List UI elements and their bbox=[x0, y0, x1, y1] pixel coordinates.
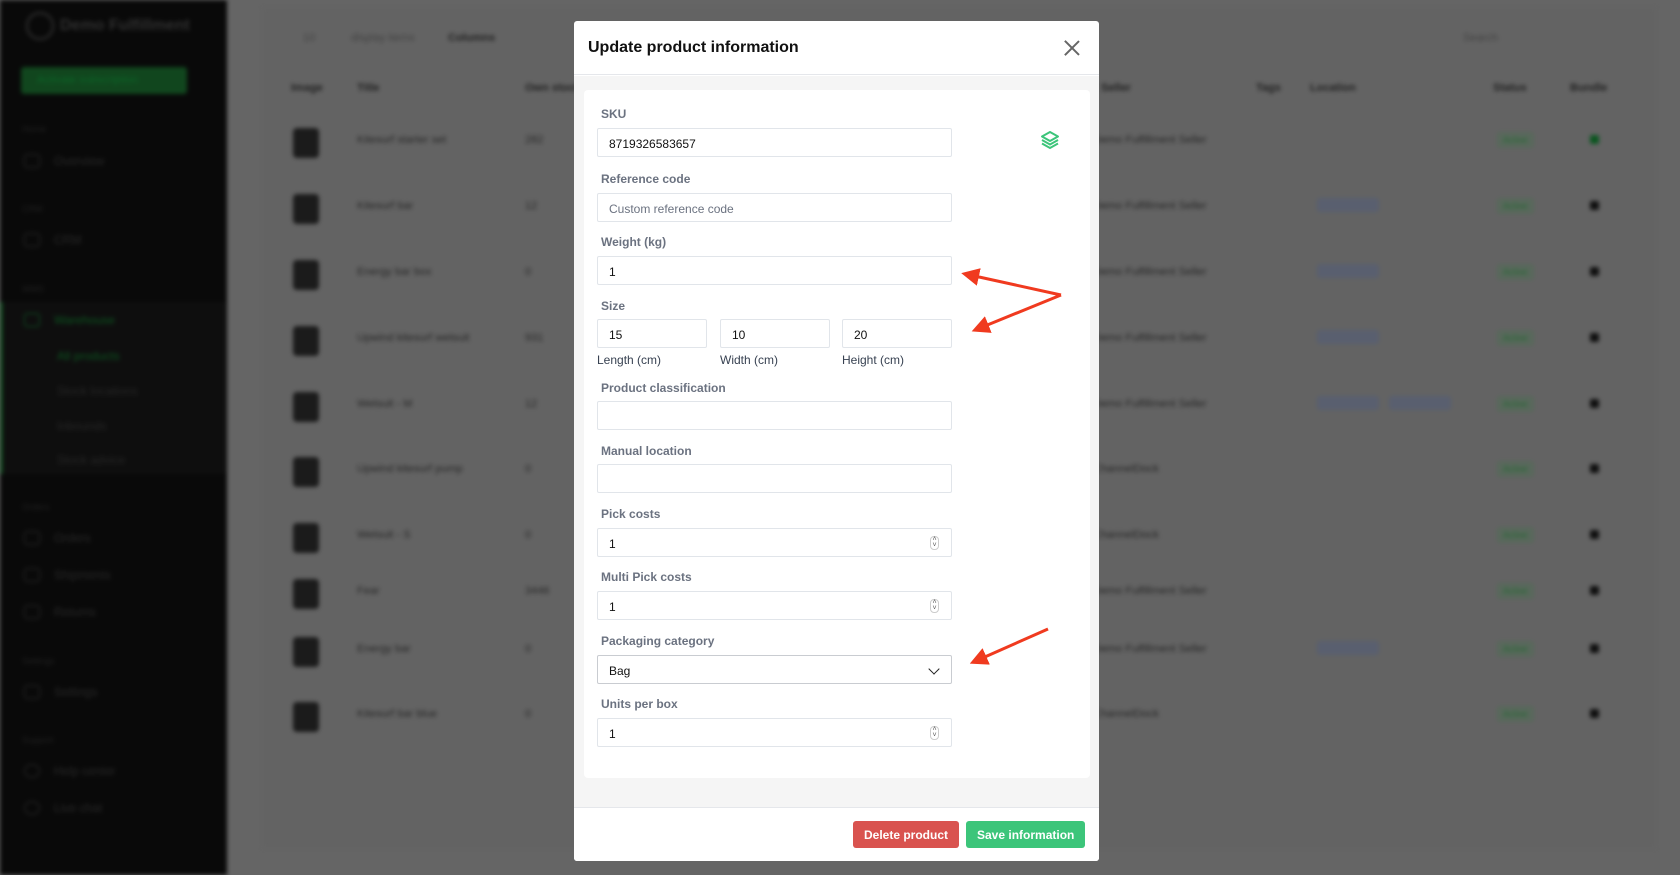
width-label: Width (cm) bbox=[720, 353, 778, 367]
weight-input[interactable]: 1 bbox=[597, 256, 952, 285]
modal-body: SKU 8719326583657 Reference code Custom … bbox=[574, 76, 1099, 807]
pick-costs-input[interactable]: 1 ˄ ˅ bbox=[597, 528, 952, 557]
reference-label: Reference code bbox=[601, 172, 691, 186]
size-label: Size bbox=[601, 299, 626, 313]
packaging-label: Packaging category bbox=[601, 634, 715, 648]
packaging-select[interactable]: Bag bbox=[597, 655, 952, 684]
update-product-modal: Update product information SKU 871932658… bbox=[574, 21, 1099, 861]
width-input[interactable]: 10 bbox=[720, 319, 830, 348]
units-per-box-label: Units per box bbox=[601, 697, 678, 711]
length-label: Length (cm) bbox=[597, 353, 662, 367]
packaging-value: Bag bbox=[609, 664, 631, 678]
units-per-box-value: 1 bbox=[609, 727, 616, 741]
stepper-icon[interactable]: ˄ ˅ bbox=[930, 536, 939, 550]
manual-location-label: Manual location bbox=[601, 444, 692, 458]
classification-input[interactable] bbox=[597, 401, 952, 430]
weight-label: Weight (kg) bbox=[601, 235, 667, 249]
sku-label: SKU bbox=[601, 107, 627, 121]
modal-footer: Delete product Save information bbox=[574, 807, 1099, 861]
modal-title: Update product information bbox=[588, 38, 799, 56]
units-per-box-input[interactable]: 1 ˄ ˅ bbox=[597, 718, 952, 747]
length-input[interactable]: 15 bbox=[597, 319, 707, 348]
multi-pick-costs-value: 1 bbox=[609, 600, 616, 614]
stepper-icon[interactable]: ˄ ˅ bbox=[930, 726, 939, 740]
manual-location-input[interactable] bbox=[597, 464, 952, 493]
height-input[interactable]: 20 bbox=[842, 319, 952, 348]
multi-pick-costs-label: Multi Pick costs bbox=[601, 570, 692, 584]
stepper-icon[interactable]: ˄ ˅ bbox=[930, 599, 939, 613]
delete-product-button[interactable]: Delete product bbox=[853, 821, 960, 848]
sku-input[interactable]: 8719326583657 bbox=[597, 128, 952, 157]
form-card: SKU 8719326583657 Reference code Custom … bbox=[584, 90, 1090, 778]
modal-header: Update product information bbox=[574, 21, 1099, 75]
height-label: Height (cm) bbox=[842, 353, 905, 367]
close-icon[interactable] bbox=[1061, 37, 1083, 59]
pick-costs-value: 1 bbox=[609, 537, 616, 551]
layers-icon[interactable] bbox=[1040, 130, 1060, 150]
chevron-down-icon bbox=[928, 663, 940, 675]
save-information-button[interactable]: Save information bbox=[966, 821, 1086, 848]
classification-label: Product classification bbox=[601, 381, 726, 395]
pick-costs-label: Pick costs bbox=[601, 507, 661, 521]
multi-pick-costs-input[interactable]: 1 ˄ ˅ bbox=[597, 591, 952, 620]
reference-input[interactable]: Custom reference code bbox=[597, 193, 952, 222]
